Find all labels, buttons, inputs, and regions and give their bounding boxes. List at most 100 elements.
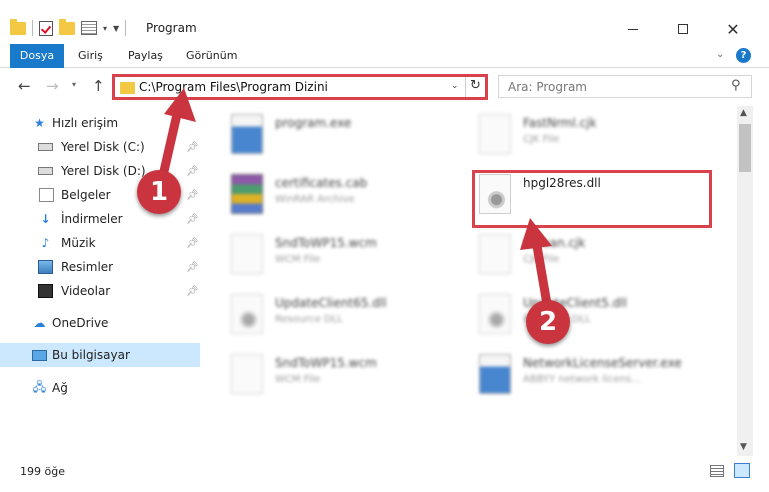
item-count: 199 öğe: [20, 465, 65, 478]
scroll-up-icon[interactable]: ▲: [740, 108, 747, 118]
close-button[interactable]: ✕: [710, 14, 756, 44]
list-item[interactable]: Korean.cjk CJK File: [463, 230, 713, 282]
toolbar-divider: [125, 20, 127, 36]
navigation-pane: ★ Hızlı erişim Yerel Disk (C:) 📌︎ Yerel …: [0, 106, 205, 456]
pin-icon[interactable]: 📌︎: [186, 166, 199, 177]
sidebar-item-onedrive[interactable]: ☁ OneDrive: [0, 311, 200, 335]
list-item[interactable]: SndToWP15.wcm WCM File: [215, 350, 465, 402]
properties-check-icon[interactable]: [39, 20, 53, 36]
list-item[interactable]: NetworkLicenseServer.exe ABBYY network l…: [463, 350, 713, 402]
help-icon[interactable]: ?: [736, 48, 751, 63]
disk-icon: [38, 167, 53, 175]
chevron-down-icon[interactable]: ⌄: [451, 81, 459, 91]
expand-ribbon-icon[interactable]: ⌄: [716, 49, 724, 60]
file-name: certificates.cab: [275, 176, 368, 190]
refresh-icon[interactable]: ↻: [470, 78, 481, 93]
highlight-box: [472, 170, 712, 228]
search-icon[interactable]: ⚲: [731, 78, 741, 93]
vertical-scrollbar[interactable]: ▲ ▼: [737, 106, 753, 456]
navigation-bar: ← → ▾ ↑ C:\Program Files\Program Dizini …: [0, 69, 769, 105]
minimize-button[interactable]: [610, 14, 656, 44]
list-item[interactable]: program.exe: [215, 110, 465, 162]
tab-view[interactable]: Görünüm: [186, 44, 237, 68]
sidebar-item-label: İndirmeler: [61, 212, 123, 226]
dll-gear-icon: [231, 294, 263, 334]
quick-access-toolbar: ▾ ▼: [10, 17, 127, 39]
folder-icon: [10, 18, 26, 35]
file-type: CJK File: [523, 134, 560, 145]
file-type: CJK File: [523, 254, 560, 265]
file-name: FastNrml.cjk: [523, 116, 597, 130]
sidebar-item-label: Yerel Disk (D:): [61, 164, 146, 178]
sidebar-item-this-pc[interactable]: Bu bilgisayar: [0, 343, 200, 367]
details-view-icon[interactable]: [710, 465, 724, 477]
pin-icon[interactable]: 📌︎: [186, 238, 199, 249]
step-badge-1: 1: [137, 170, 181, 214]
maximize-button[interactable]: [660, 14, 706, 44]
address-divider: [465, 77, 466, 97]
forward-arrow-icon[interactable]: →: [46, 77, 59, 95]
archive-icon: [231, 174, 263, 214]
file-icon: [231, 354, 263, 394]
sidebar-item-quick-access[interactable]: ★ Hızlı erişim: [0, 111, 200, 135]
toolbar-divider: [32, 20, 33, 36]
search-box[interactable]: Ara: Program ⚲: [498, 75, 752, 98]
file-icon: [231, 234, 263, 274]
list-item[interactable]: certificates.cab WinRAR Archive: [215, 170, 465, 222]
view-options-icon[interactable]: [81, 21, 97, 35]
sidebar-item-label: Resimler: [61, 260, 114, 274]
application-icon: [479, 354, 511, 394]
ribbon-tabs: Dosya Giriş Paylaş Görünüm ⌄ ?: [0, 44, 769, 68]
scroll-down-icon[interactable]: ▼: [740, 442, 747, 452]
file-type: WCM File: [275, 254, 321, 265]
file-name: program.exe: [275, 116, 352, 130]
file-type: WCM File: [275, 374, 321, 385]
sidebar-item-label: Ağ: [52, 381, 68, 395]
download-icon: ↓: [40, 212, 51, 226]
sidebar-item-videos[interactable]: Videolar 📌︎: [0, 279, 200, 303]
list-item[interactable]: SndToWP15.wcm WCM File: [215, 230, 465, 282]
tab-home[interactable]: Giriş: [78, 44, 103, 68]
tab-share[interactable]: Paylaş: [128, 44, 163, 68]
sidebar-item-network[interactable]: 🖧︎ Ağ: [0, 376, 200, 400]
customize-toolbar-icon[interactable]: ▼: [113, 24, 119, 33]
search-input[interactable]: Ara: Program: [508, 80, 587, 94]
pin-icon[interactable]: 📌︎: [186, 214, 199, 225]
document-icon: [39, 188, 54, 202]
pin-icon[interactable]: 📌︎: [186, 142, 199, 153]
music-icon: ♪: [41, 236, 50, 250]
file-name: NetworkLicenseServer.exe: [523, 356, 682, 370]
sidebar-item-music[interactable]: ♪ Müzik 📌︎: [0, 231, 200, 255]
sidebar-item-disk-c[interactable]: Yerel Disk (C:) 📌︎: [0, 135, 200, 159]
new-folder-icon[interactable]: [59, 18, 75, 35]
chevron-down-icon[interactable]: ▾: [103, 24, 107, 33]
cloud-icon: ☁: [33, 316, 46, 330]
scroll-thumb[interactable]: [739, 124, 751, 172]
title-bar: ▾ ▼ Program ✕: [0, 0, 769, 44]
address-bar[interactable]: C:\Program Files\Program Dizini ⌄ ↻: [112, 74, 488, 100]
pin-icon[interactable]: 📌︎: [186, 190, 199, 201]
address-path[interactable]: C:\Program Files\Program Dizini: [139, 80, 328, 94]
list-item[interactable]: UpdateClient65.dll Resource DLL: [215, 290, 465, 342]
sidebar-item-label: OneDrive: [52, 316, 109, 330]
pin-icon[interactable]: 📌︎: [186, 262, 199, 273]
step-badge-2: 2: [526, 300, 570, 344]
sidebar-item-label: Bu bilgisayar: [52, 348, 130, 362]
large-icons-view-icon[interactable]: [734, 463, 750, 478]
disk-icon: [38, 143, 53, 151]
file-name: Korean.cjk: [523, 236, 586, 250]
sidebar-item-label: Belgeler: [61, 188, 111, 202]
status-bar: 199 öğe: [0, 456, 769, 492]
sidebar-item-label: Müzik: [61, 236, 96, 250]
pin-icon[interactable]: 📌︎: [186, 286, 199, 297]
tab-file[interactable]: Dosya: [10, 44, 64, 68]
file-type: Resource DLL: [275, 314, 343, 325]
list-item[interactable]: UpdateClient5.dll Resource DLL: [463, 290, 713, 342]
sidebar-item-pictures[interactable]: Resimler 📌︎: [0, 255, 200, 279]
video-icon: [38, 284, 53, 298]
back-arrow-icon[interactable]: ←: [18, 77, 31, 95]
list-item[interactable]: FastNrml.cjk CJK File: [463, 110, 713, 162]
recent-locations-icon[interactable]: ▾: [72, 80, 76, 89]
up-arrow-icon[interactable]: ↑: [92, 77, 105, 95]
file-type: ABBYY network licens...: [523, 374, 641, 385]
